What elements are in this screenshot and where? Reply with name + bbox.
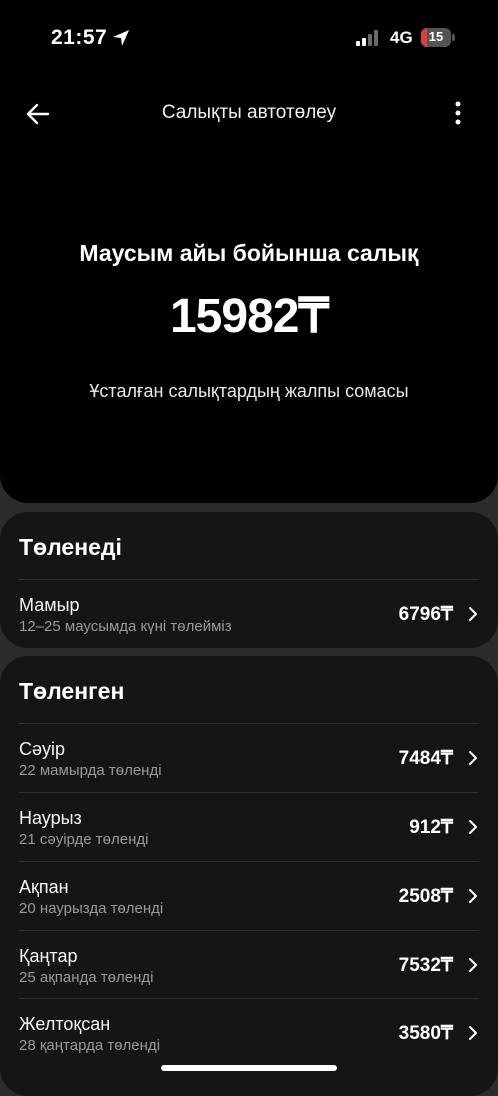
chevron-right-icon <box>469 889 477 903</box>
home-indicator[interactable] <box>161 1065 337 1071</box>
chevron-right-icon <box>469 958 477 972</box>
chevron-right-icon <box>469 820 477 834</box>
list-item-note: 20 наурызда төленді <box>19 900 164 917</box>
page-title: Салықты автотөлеу <box>161 102 337 123</box>
nav-bar: Салықты автотөлеу <box>0 92 498 136</box>
chevron-right-icon <box>469 1026 477 1040</box>
list-item[interactable]: Ақпан 20 наурызда төленді 2508₸ <box>19 861 479 930</box>
status-bar: 21:57 4G 15 <box>0 24 498 52</box>
total-tax-amount: 15982₸ <box>169 290 329 343</box>
list-item[interactable]: Наурыз 21 сәуірде төленді 912₸ <box>19 792 479 861</box>
list-item[interactable]: Мамыр 12–25 маусымда күні төлейміз 6796₸ <box>19 579 479 648</box>
list-item-note: 28 қаңтарда төленді <box>19 1037 161 1054</box>
total-tax-caption: Ұсталған салықтардың жалпы сомасы <box>89 381 409 401</box>
pending-section-title: Төленеді <box>19 534 122 560</box>
more-vertical-icon[interactable] <box>446 98 470 130</box>
list-item-amount: 912₸ <box>409 817 453 838</box>
pending-section: Төленеді Мамыр 12–25 маусымда күні төлей… <box>0 512 498 648</box>
network-type: 4G <box>390 28 413 47</box>
list-item-amount: 7484₸ <box>398 748 453 769</box>
summary-panel: 21:57 4G 15 Салықты автотөлеу Маусым айы… <box>0 0 498 503</box>
chevron-right-icon <box>469 607 477 621</box>
list-item-amount: 7532₸ <box>398 955 453 976</box>
list-item-month: Наурыз <box>19 808 82 828</box>
status-time: 21:57 <box>51 26 108 49</box>
battery-icon: 15 <box>421 28 455 47</box>
list-item-month: Қаңтар <box>19 946 78 966</box>
location-arrow-icon <box>113 30 129 46</box>
battery-level: 15 <box>428 29 444 44</box>
list-item-amount: 2508₸ <box>398 886 453 907</box>
list-item[interactable]: Қаңтар 25 ақпанда төленді 7532₸ <box>19 930 479 999</box>
list-item-note: 22 мамырда төленді <box>19 762 162 779</box>
paid-section: Төленген Сәуір 22 мамырда төленді 7484₸ … <box>0 656 498 1096</box>
list-item-month: Мамыр <box>19 595 80 615</box>
list-item[interactable]: Сәуір 22 мамырда төленді 7484₸ <box>19 723 479 792</box>
list-item[interactable]: Желтоқсан 28 қаңтарда төленді 3580₸ <box>19 998 479 1067</box>
list-item-amount: 3580₸ <box>398 1023 453 1044</box>
tax-period-title: Маусым айы бойынша салық <box>79 240 419 266</box>
list-item-month: Ақпан <box>19 877 69 897</box>
list-item-amount: 6796₸ <box>398 604 453 625</box>
list-item-month: Сәуір <box>19 739 66 759</box>
cellular-signal-icon <box>356 30 382 46</box>
list-item-note: 25 ақпанда төленді <box>19 969 154 986</box>
list-item-month: Желтоқсан <box>19 1014 111 1034</box>
list-item-note: 21 сәуірде төленді <box>19 831 149 848</box>
paid-section-title: Төленген <box>19 678 125 704</box>
chevron-right-icon <box>469 751 477 765</box>
list-item-note: 12–25 маусымда күні төлейміз <box>19 618 232 635</box>
